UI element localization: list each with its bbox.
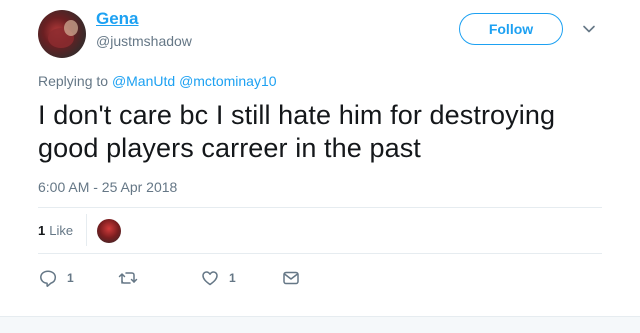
author-handle: @justmshadow <box>96 33 192 49</box>
author-name[interactable]: Gena <box>96 9 139 29</box>
likes-stat[interactable]: 1 Like <box>38 223 73 238</box>
chevron-down-icon[interactable] <box>580 20 598 38</box>
follow-button[interactable]: Follow <box>459 13 563 45</box>
bottom-strip <box>0 316 640 333</box>
tweet-timestamp[interactable]: 6:00 AM - 25 Apr 2018 <box>38 179 177 195</box>
retweet-icon <box>117 268 139 288</box>
like-count: 1 <box>229 271 236 285</box>
heart-icon <box>200 268 220 288</box>
avatar-image-part <box>64 20 78 36</box>
likes-label: Like <box>49 223 74 238</box>
liker-avatar[interactable] <box>97 219 121 243</box>
avatar[interactable] <box>38 10 86 58</box>
reply-prefix: Replying to <box>38 73 109 89</box>
reply-icon <box>38 268 58 288</box>
retweet-button[interactable] <box>117 267 148 289</box>
mention-link[interactable]: @mctominay10 <box>179 73 276 89</box>
envelope-icon <box>281 268 301 288</box>
like-button[interactable]: 1 <box>200 267 236 289</box>
tweet-text: I don't care bc I still hate him for des… <box>38 100 556 163</box>
reply-button[interactable]: 1 <box>38 267 74 289</box>
divider <box>38 207 602 208</box>
reply-context: Replying to @ManUtd @mctominay10 <box>38 73 277 89</box>
divider <box>38 253 602 254</box>
tweet-card: Gena @justmshadow Follow Replying to @Ma… <box>0 0 640 333</box>
mention-link[interactable]: @ManUtd <box>112 73 175 89</box>
direct-message-button[interactable] <box>281 267 301 289</box>
reply-count: 1 <box>67 271 74 285</box>
likes-count: 1 <box>38 223 46 238</box>
divider <box>86 214 87 246</box>
